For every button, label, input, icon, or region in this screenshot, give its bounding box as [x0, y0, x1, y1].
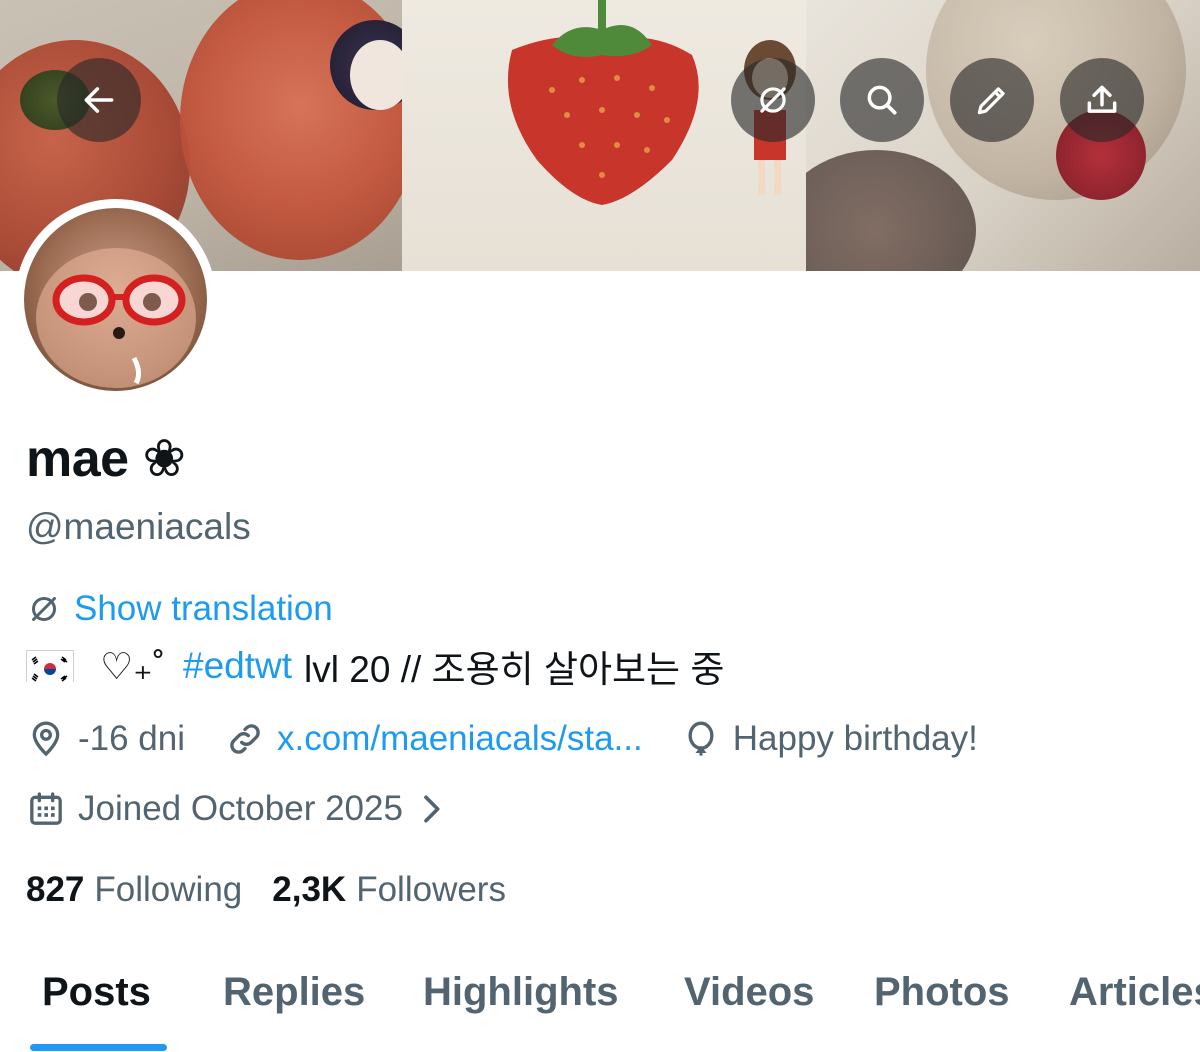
show-translation-link[interactable]: Show translation [26, 586, 333, 632]
profile-meta-row: -16 dni x.com/maeniacals/sta... Happy bi… [26, 714, 978, 764]
location-text: -16 dni [78, 719, 186, 758]
search-profile-button[interactable] [840, 58, 924, 142]
birthday-item: Happy birthday! [681, 719, 978, 759]
pencil-icon [977, 87, 1005, 115]
profile-bio: ♡₊˚ #edtwt lvl 20 // 조용히 살아보는 중 [26, 641, 724, 691]
location-item: -16 dni [26, 719, 185, 759]
location-pin-icon [32, 721, 60, 757]
tab-videos[interactable]: Videos [684, 967, 814, 1017]
avatar-image [24, 208, 207, 391]
followers-label: Followers [356, 870, 506, 909]
tab-replies[interactable]: Replies [223, 967, 365, 1017]
bio-hashtag-link[interactable]: #edtwt [183, 645, 292, 687]
arrow-left-icon [84, 87, 114, 113]
website-link[interactable]: x.com/maeniacals/sta... [225, 719, 643, 759]
banner-panel-strawberry [402, 0, 806, 271]
chevron-right-icon [424, 795, 440, 823]
share-icon [1087, 85, 1117, 113]
korea-flag-graphic [27, 654, 73, 684]
following-count-link[interactable]: 827 Following [26, 870, 242, 910]
followers-count-link[interactable]: 2,3K Followers [272, 870, 506, 910]
show-translation-label: Show translation [74, 589, 333, 628]
calendar-icon [30, 792, 62, 825]
active-tab-indicator [30, 1044, 167, 1051]
share-profile-button[interactable] [1060, 58, 1144, 142]
bio-heart-decoration: ♡₊˚ [100, 645, 166, 687]
follow-counts: 827 Following 2,3K Followers [26, 865, 536, 915]
followers-count: 2,3K [272, 870, 347, 909]
korea-flag-icon [26, 650, 74, 684]
website-text: x.com/maeniacals/sta... [277, 719, 643, 758]
user-handle: @maeniacals [26, 506, 251, 547]
bio-text: lvl 20 // 조용히 살아보는 중 [304, 649, 725, 690]
display-name: mae ❀ [26, 430, 186, 488]
search-icon [867, 85, 897, 115]
profile-tabs: Posts Replies Highlights Videos Photos A… [0, 955, 1200, 1052]
edit-profile-button[interactable] [950, 58, 1034, 142]
tab-photos[interactable]: Photos [874, 967, 1010, 1017]
joined-text: Joined October 2025 [78, 789, 403, 828]
following-count: 827 [26, 870, 85, 909]
translate-icon [760, 87, 786, 113]
balloon-icon [688, 721, 714, 756]
tab-articles[interactable]: Articles [1069, 967, 1200, 1017]
joined-item[interactable]: Joined October 2025 [26, 789, 451, 829]
tab-posts[interactable]: Posts [42, 967, 151, 1017]
avatar-illustration [36, 248, 196, 388]
back-button[interactable] [57, 58, 141, 142]
translate-icon [32, 597, 56, 621]
profile-avatar[interactable] [15, 199, 216, 400]
joined-row[interactable]: Joined October 2025 [26, 784, 451, 834]
tab-highlights[interactable]: Highlights [423, 967, 619, 1017]
following-label: Following [94, 870, 243, 909]
birthday-text: Happy birthday! [732, 719, 978, 758]
strawberry-illustration [507, 0, 796, 206]
link-icon [230, 724, 260, 754]
translate-profile-button[interactable] [731, 58, 815, 142]
